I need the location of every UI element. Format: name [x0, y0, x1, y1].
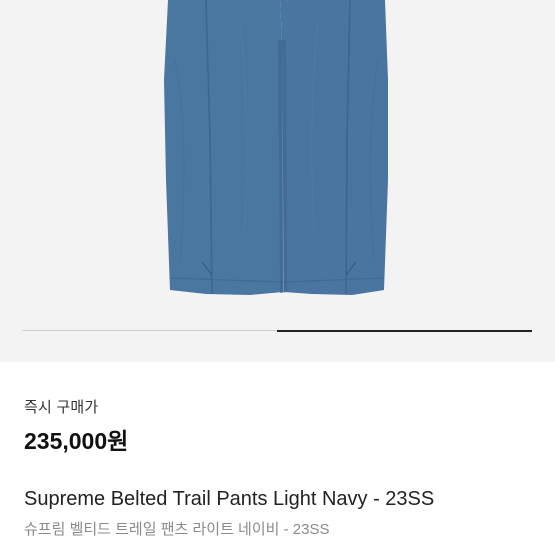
product-detail-screen: 즉시 구매가 235,000원 Supreme Belted Trail Pan… [0, 0, 555, 555]
carousel-progress-track [22, 329, 532, 332]
product-title-korean: 슈프림 벨티드 트레일 팬츠 라이트 네이비 - 23SS [24, 521, 330, 538]
pants-shape [164, 0, 388, 295]
carousel-progress-indicator [277, 329, 532, 332]
instant-buy-price-label: 즉시 구매가 [24, 399, 99, 416]
product-image [164, 0, 388, 295]
instant-buy-price-value: 235,000원 [24, 428, 129, 454]
product-image-carousel[interactable] [0, 0, 555, 362]
product-title-english[interactable]: Supreme Belted Trail Pants Light Navy - … [24, 488, 434, 511]
